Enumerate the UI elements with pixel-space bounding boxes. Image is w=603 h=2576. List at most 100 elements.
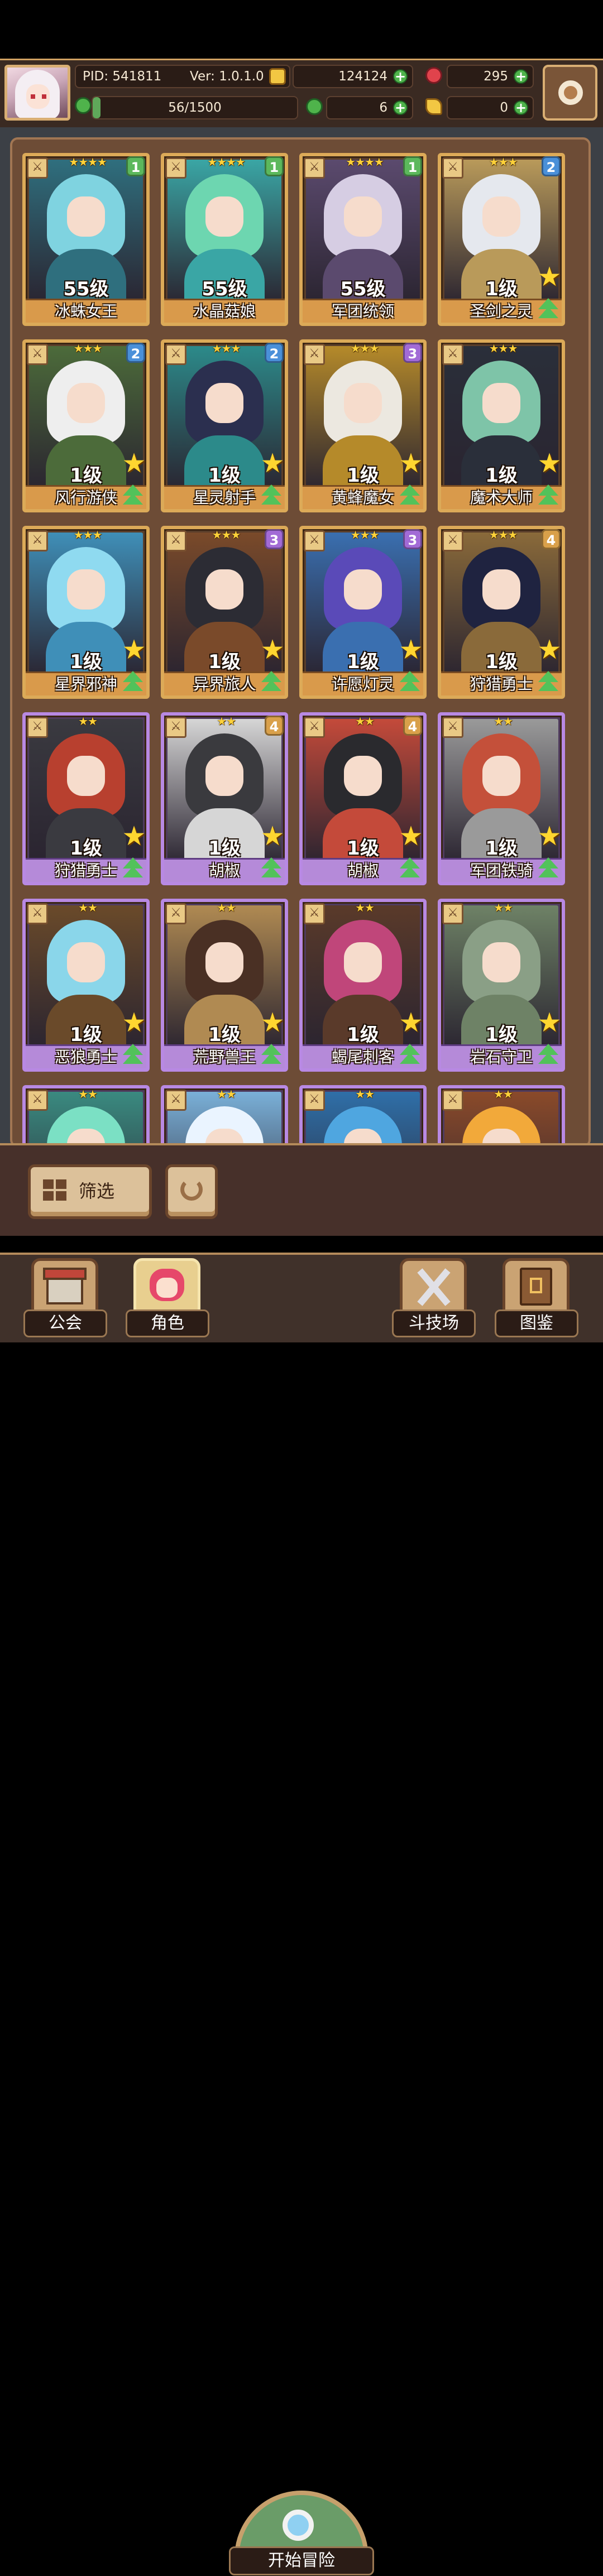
character-card[interactable]: ⚔ ★★★★ 1 55级 冰蛛女王 bbox=[22, 153, 150, 326]
clover-progress-bar: 56/1500 bbox=[92, 96, 298, 119]
nav-tab-guild[interactable]: 公会 bbox=[23, 1258, 107, 1339]
rank-badge: 1 bbox=[126, 156, 145, 176]
star-rating: ★★ bbox=[217, 1087, 236, 1101]
character-card[interactable]: ⚔ ★★★ 3 1级 异界旅人 ★ bbox=[161, 526, 288, 699]
character-card[interactable]: ⚔ ★★ 1级 蝎尾刺客 ★ bbox=[299, 899, 427, 1072]
gem-icon bbox=[425, 67, 442, 84]
add-gold-button[interactable]: + bbox=[393, 69, 408, 84]
weapon-type-icon: ⚔ bbox=[27, 1090, 48, 1111]
nav-tab-codex[interactable]: 图鉴 bbox=[495, 1258, 578, 1339]
star-rating: ★★★ bbox=[350, 528, 380, 541]
player-avatar[interactable] bbox=[4, 65, 70, 121]
star-rating: ★★ bbox=[355, 714, 375, 728]
rank-badge: 3 bbox=[265, 529, 284, 549]
nav-tab-role[interactable]: 角色 bbox=[126, 1258, 209, 1339]
key-icon bbox=[425, 98, 442, 115]
weapon-type-icon: ⚔ bbox=[442, 344, 463, 365]
add-key-button[interactable]: + bbox=[514, 100, 528, 115]
nav-label-role: 角色 bbox=[126, 1309, 209, 1337]
weapon-type-icon: ⚔ bbox=[27, 530, 48, 551]
add-clover-button[interactable]: + bbox=[393, 100, 408, 115]
start-adventure-button[interactable]: 开始冒险 bbox=[229, 2491, 374, 2576]
star-up-icon: ★ bbox=[399, 634, 423, 665]
star-up-icon: ★ bbox=[537, 448, 562, 479]
bottom-nav: 公会 角色 开始冒险 斗技场 图鉴 bbox=[0, 1236, 603, 2575]
star-rating: ★★★ bbox=[350, 342, 380, 355]
star-rating: ★★ bbox=[78, 1087, 98, 1101]
star-rating: ★★ bbox=[494, 1087, 513, 1101]
weapon-type-icon: ⚔ bbox=[165, 157, 186, 179]
star-up-icon: ★ bbox=[399, 448, 423, 479]
character-card[interactable]: ⚔ ★★★ 2 1级 圣剑之灵 ★ bbox=[438, 153, 565, 326]
character-level: 55级 bbox=[340, 278, 386, 300]
weapon-type-icon: ⚔ bbox=[304, 530, 325, 551]
star-rating: ★★★★ bbox=[69, 155, 107, 169]
star-up-icon: ★ bbox=[537, 821, 562, 852]
rank-badge: 4 bbox=[403, 716, 422, 736]
add-gem-button[interactable]: + bbox=[514, 69, 528, 84]
star-rating: ★★★ bbox=[489, 155, 518, 169]
star-up-icon: ★ bbox=[260, 821, 285, 852]
star-up-icon: ★ bbox=[537, 261, 562, 292]
star-rating: ★★★ bbox=[73, 342, 103, 355]
character-card[interactable]: ⚔ ★★ 1级 狩猎勇士 ★ bbox=[22, 712, 150, 885]
star-rating: ★★★ bbox=[489, 342, 518, 355]
gold-pill: 124124 + bbox=[293, 65, 413, 88]
filter-button[interactable]: 筛选 bbox=[28, 1164, 152, 1219]
magnifier-icon bbox=[283, 2510, 314, 2541]
weapon-type-icon: ⚔ bbox=[442, 1090, 463, 1111]
character-card[interactable]: ⚔ ★★ 1级 恶狼勇士 ★ bbox=[22, 899, 150, 1072]
character-card[interactable]: ⚔ ★★ 1级 荒野兽王 ★ bbox=[161, 899, 288, 1072]
star-rating: ★★ bbox=[355, 1087, 375, 1101]
roster-panel[interactable]: ⚔ ★★★★ 1 55级 冰蛛女王 ⚔ ★★★★ 1 55级 水晶菇娘 ⚔ ★★★★ 1 55级 军团统领 ⚔… bbox=[10, 137, 591, 1258]
character-card[interactable]: ⚔ ★★★★ 1 55级 水晶菇娘 bbox=[161, 153, 288, 326]
clover-progress-text: 56/1500 bbox=[168, 100, 222, 115]
level-up-arrow-icon bbox=[399, 671, 421, 693]
level-up-arrow-icon bbox=[537, 1044, 559, 1066]
gold-amount: 124124 bbox=[338, 69, 387, 84]
nav-label-adventure: 开始冒险 bbox=[229, 2546, 374, 2575]
book-icon bbox=[502, 1258, 570, 1314]
weapon-type-icon: ⚔ bbox=[27, 157, 48, 179]
character-level: 55级 bbox=[202, 278, 247, 300]
character-card[interactable]: ⚔ ★★★ 1级 魔术大师 ★ bbox=[438, 339, 565, 512]
star-rating: ★★★★ bbox=[346, 155, 384, 169]
level-up-arrow-icon bbox=[537, 485, 559, 507]
star-up-icon: ★ bbox=[399, 821, 423, 852]
star-rating: ★★ bbox=[355, 901, 375, 914]
character-card[interactable]: ⚔ ★★ 4 1级 胡椒 ★ bbox=[161, 712, 288, 885]
character-face-icon bbox=[133, 1258, 200, 1314]
key-amount: 0 bbox=[500, 100, 508, 115]
character-card[interactable]: ⚔ ★★★ 4 1级 狩猎勇士 ★ bbox=[438, 526, 565, 699]
level-up-arrow-icon bbox=[260, 671, 283, 693]
level-up-arrow-icon bbox=[122, 1044, 144, 1066]
weapon-type-icon: ⚔ bbox=[304, 344, 325, 365]
clover-token-amount: 6 bbox=[379, 100, 387, 115]
character-card[interactable]: ⚔ ★★★ 1级 星界邪神 ★ bbox=[22, 526, 150, 699]
weapon-type-icon: ⚔ bbox=[442, 903, 463, 924]
rank-badge: 3 bbox=[403, 343, 422, 363]
settings-button[interactable] bbox=[543, 65, 597, 121]
character-card[interactable]: ⚔ ★★★ 2 1级 星灵射手 ★ bbox=[161, 339, 288, 512]
star-up-icon: ★ bbox=[260, 634, 285, 665]
star-rating: ★★★ bbox=[212, 342, 241, 355]
character-card[interactable]: ⚔ ★★ 1级 岩石守卫 ★ bbox=[438, 899, 565, 1072]
player-id: PID: 541811 bbox=[83, 69, 162, 84]
character-card[interactable]: ⚔ ★★★★ 1 55级 军团统领 bbox=[299, 153, 427, 326]
character-card[interactable]: ⚔ ★★★ 3 1级 黄蜂魔女 ★ bbox=[299, 339, 427, 512]
nav-tab-arena[interactable]: 斗技场 bbox=[392, 1258, 476, 1339]
character-name: 军团统领 bbox=[331, 302, 394, 320]
star-up-icon: ★ bbox=[122, 821, 146, 852]
guild-building-icon bbox=[31, 1258, 98, 1314]
roster-controls: 筛选 bbox=[0, 1143, 603, 1238]
character-card[interactable]: ⚔ ★★★ 2 1级 风行游侠 ★ bbox=[22, 339, 150, 512]
character-card[interactable]: ⚔ ★★★ 3 1级 许愿灯灵 ★ bbox=[299, 526, 427, 699]
reset-filter-button[interactable] bbox=[165, 1164, 218, 1219]
top-hud: PID: 541811 Ver: 1.0.1.0 124124 + 295 + … bbox=[0, 59, 603, 129]
character-card[interactable]: ⚔ ★★ 4 1级 胡椒 ★ bbox=[299, 712, 427, 885]
star-rating: ★★ bbox=[217, 901, 236, 914]
star-rating: ★★ bbox=[217, 714, 236, 728]
star-up-icon: ★ bbox=[399, 1007, 423, 1038]
character-card[interactable]: ⚔ ★★ 1级 军团铁骑 ★ bbox=[438, 712, 565, 885]
rank-badge: 4 bbox=[542, 529, 561, 549]
